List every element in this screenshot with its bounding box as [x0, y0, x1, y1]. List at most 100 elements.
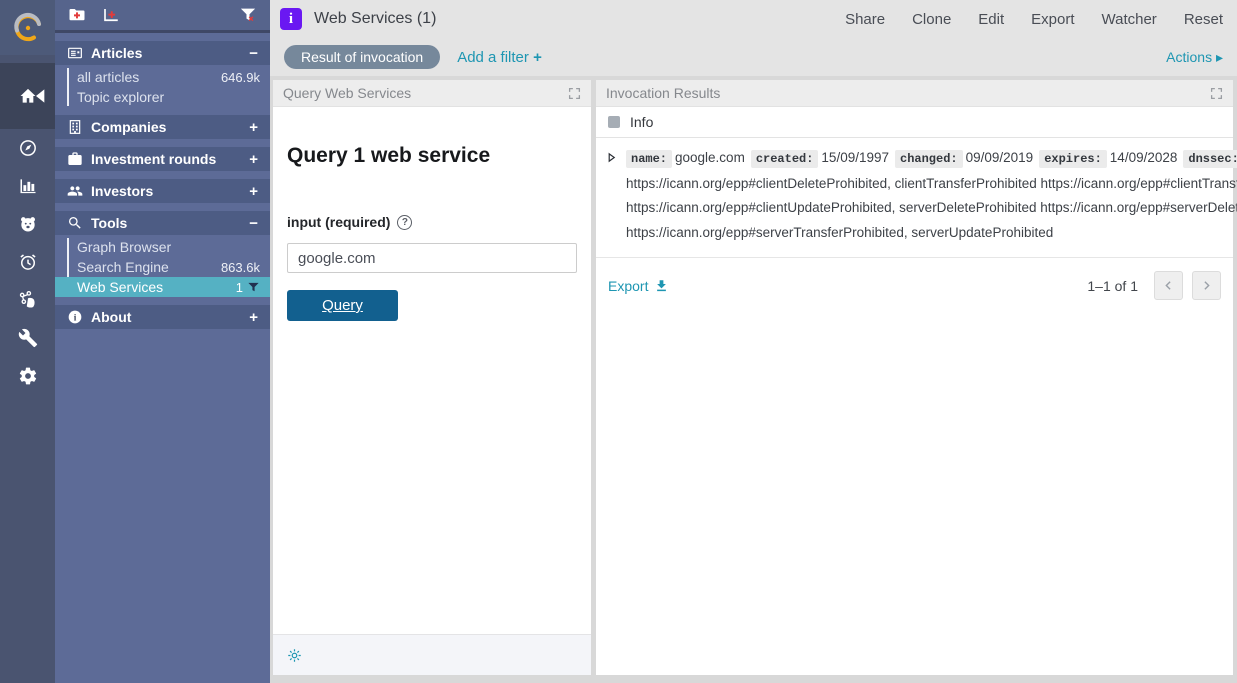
section-label: Investors	[91, 183, 249, 199]
info-tile-icon: i	[280, 8, 302, 30]
query-panel-header: Query Web Services	[273, 80, 591, 107]
next-page-button[interactable]	[1192, 271, 1221, 300]
add-filter-button[interactable]: Add a filter +	[457, 49, 542, 66]
item-label: all articles	[77, 69, 221, 85]
menu-reset[interactable]: Reset	[1184, 11, 1223, 28]
people-icon	[67, 183, 83, 199]
filter-bar: Result of invocation Add a filter + Acti…	[270, 38, 1237, 76]
plus-icon: +	[533, 49, 542, 66]
sidebar: Articles−all articles646.9kTopic explore…	[55, 0, 270, 683]
download-icon	[654, 278, 669, 293]
sidebar-item-search-engine[interactable]: Search Engine863.6k	[55, 257, 270, 277]
query-heading: Query 1 web service	[287, 144, 577, 168]
section-label: Articles	[91, 45, 249, 61]
field-key: name:	[626, 150, 672, 168]
results-panel-title: Invocation Results	[606, 85, 720, 101]
sidebar-item-all-articles[interactable]: all articles646.9k	[55, 67, 270, 87]
menu-export[interactable]: Export	[1031, 11, 1074, 28]
menu-watcher[interactable]: Watcher	[1102, 11, 1157, 28]
collapse-toggle[interactable]: +	[249, 183, 258, 200]
header-menu: Share Clone Edit Export Watcher Reset	[845, 11, 1223, 28]
app-logo[interactable]	[0, 0, 55, 55]
rail-item-gear[interactable]	[0, 357, 55, 395]
app-window: Articles−all articles646.9kTopic explore…	[0, 0, 1237, 683]
sidebar-header-about[interactable]: i About+	[55, 305, 270, 329]
query-panel: Query Web Services Query 1 web service i…	[273, 80, 591, 675]
collapse-toggle[interactable]: −	[249, 45, 258, 62]
menu-clone[interactable]: Clone	[912, 11, 951, 28]
query-input[interactable]	[287, 243, 577, 273]
collapse-toggle[interactable]: +	[249, 119, 258, 136]
query-button[interactable]: Query	[287, 290, 398, 321]
actions-button[interactable]: Actions ▸	[1166, 49, 1223, 66]
result-row[interactable]: name:google.comcreated:15/09/1997changed…	[596, 138, 1233, 258]
sidebar-header-investment-rounds[interactable]: Investment rounds+	[55, 147, 270, 171]
sidebar-section-tools: Tools− Graph Browser Search Engine863.6kWe…	[55, 211, 270, 297]
field-key: created:	[751, 150, 819, 168]
collapse-toggle[interactable]: +	[249, 151, 258, 168]
collapse-caret-icon[interactable]	[31, 86, 51, 106]
compass-icon	[18, 138, 38, 158]
brand-logo-icon	[10, 10, 46, 46]
results-footer: Export 1–1 of 1	[596, 258, 1233, 313]
item-label: Graph Browser	[77, 239, 260, 255]
expand-row-caret-icon[interactable]	[606, 152, 617, 163]
sidebar-item-topic-explorer[interactable]: Topic explorer	[55, 87, 270, 107]
add-folder-icon[interactable]	[67, 6, 87, 24]
item-label: Topic explorer	[77, 89, 260, 105]
sidebar-section-articles: Articles−all articles646.9kTopic explore…	[55, 41, 270, 107]
rail-items	[0, 63, 55, 395]
sidebar-toolbar	[55, 0, 270, 33]
settings-gear-icon[interactable]	[286, 647, 303, 664]
clear-filters-icon[interactable]	[238, 6, 258, 24]
field-value: 14/09/2028	[1110, 150, 1178, 165]
sidebar-section-companies: Companies+	[55, 115, 270, 139]
collapse-toggle[interactable]: −	[249, 215, 258, 232]
sidebar-header-tools[interactable]: Tools−	[55, 211, 270, 235]
rail-item-bar-chart[interactable]	[0, 167, 55, 205]
section-label: Companies	[91, 119, 249, 135]
rail-item-wrench[interactable]	[0, 319, 55, 357]
collapse-toggle[interactable]: +	[249, 309, 258, 326]
rail-item-compass[interactable]	[0, 129, 55, 167]
result-of-invocation-chip[interactable]: Result of invocation	[284, 45, 440, 69]
item-count: 863.6k	[221, 260, 260, 275]
column-name: Info	[630, 114, 653, 130]
sidebar-item-graph-browser[interactable]: Graph Browser	[55, 237, 270, 257]
sidebar-header-articles[interactable]: Articles−	[55, 41, 270, 65]
previous-page-button[interactable]	[1154, 271, 1183, 300]
sidebar-item-web-services[interactable]: Web Services1	[55, 277, 270, 297]
sidebar-header-companies[interactable]: Companies+	[55, 115, 270, 139]
query-panel-footer	[273, 634, 591, 675]
content-area: Query Web Services Query 1 web service i…	[270, 76, 1237, 683]
info-circle-icon: i	[67, 309, 83, 325]
menu-share[interactable]: Share	[845, 11, 885, 28]
rail-item-bear[interactable]	[0, 205, 55, 243]
results-panel: Invocation Results Info name:google.com c…	[596, 80, 1233, 675]
filter-active-icon	[247, 281, 260, 294]
column-swatch-icon	[608, 116, 620, 128]
section-label: About	[91, 309, 249, 325]
expand-icon[interactable]	[568, 87, 581, 100]
svg-text:i: i	[74, 313, 77, 323]
rail-item-home[interactable]	[0, 63, 55, 129]
add-chart-icon[interactable]	[101, 6, 121, 24]
export-button[interactable]: Export	[608, 278, 669, 294]
graph-hand-icon	[18, 290, 38, 310]
help-icon[interactable]: ?	[397, 215, 412, 230]
results-panel-header: Invocation Results	[596, 80, 1233, 107]
top-header: i Web Services (1) ShareCloneEditExportW…	[270, 0, 1237, 38]
rail-item-graph[interactable]	[0, 281, 55, 319]
menu-edit[interactable]: Edit	[978, 11, 1004, 28]
query-panel-title: Query Web Services	[283, 85, 411, 101]
field-key: expires:	[1039, 150, 1107, 168]
building-icon	[67, 119, 83, 135]
sidebar-sections: Articles−all articles646.9kTopic explore…	[55, 33, 270, 329]
sidebar-header-investors[interactable]: Investors+	[55, 179, 270, 203]
field-value: 15/09/1997	[821, 150, 889, 165]
field-value: google.com	[675, 150, 745, 165]
main-area: i Web Services (1) ShareCloneEditExportW…	[270, 0, 1237, 683]
expand-icon[interactable]	[1210, 87, 1223, 100]
field-value: 09/09/2019	[966, 150, 1034, 165]
rail-item-history[interactable]	[0, 243, 55, 281]
